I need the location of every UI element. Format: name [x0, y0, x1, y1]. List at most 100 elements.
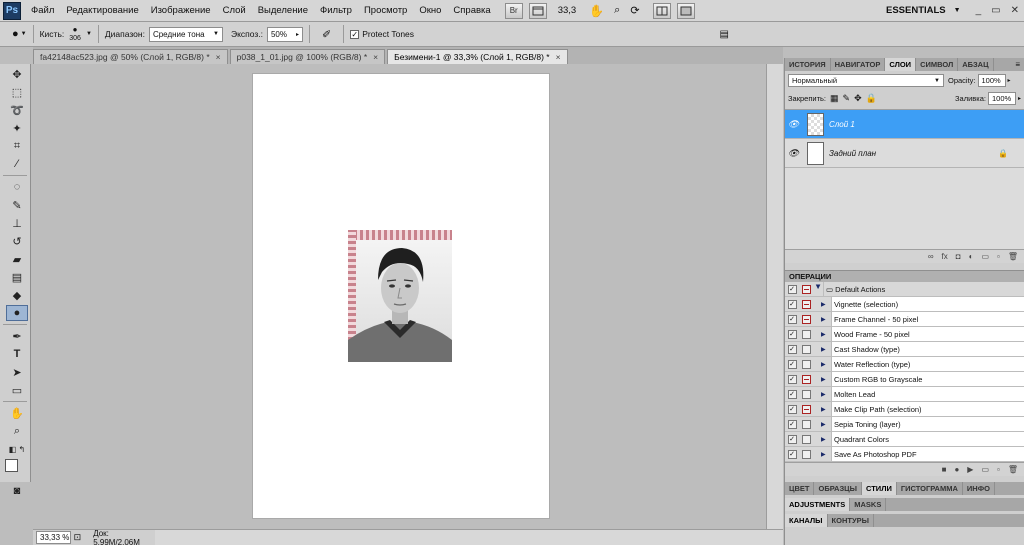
tab-swatches[interactable]: ОБРАЗЦЫ — [814, 482, 862, 495]
default-colors-icon[interactable]: ◧ ↰ — [6, 441, 28, 457]
action-toggle[interactable]: ✓ — [785, 314, 799, 324]
action-row[interactable]: ✓ ▶ Frame Channel - 50 pixel — [785, 312, 1024, 327]
tab-layers[interactable]: СЛОИ — [885, 58, 917, 71]
view-extras-button[interactable] — [528, 2, 547, 19]
zoom-tool-icon[interactable]: ⌕ — [614, 4, 620, 17]
zoom-input[interactable]: 33,33 % — [36, 531, 71, 544]
expand-icon[interactable]: ▶ — [821, 301, 831, 308]
fill-input[interactable]: 100% — [987, 92, 1016, 105]
new-layer-icon[interactable]: ▫ — [997, 252, 1000, 261]
tab-document-2[interactable]: p038_1_01.jpg @ 100% (RGB/8) * × — [229, 49, 386, 64]
history-brush-tool-icon[interactable]: ↺ — [6, 233, 28, 249]
action-row[interactable]: ✓ ▶ Sepia Toning (layer) — [785, 417, 1024, 432]
tab-channels[interactable]: КАНАЛЫ — [785, 514, 828, 527]
menu-select[interactable]: Выделение — [252, 0, 314, 22]
layer-style-icon[interactable]: fx — [942, 252, 948, 261]
action-toggle[interactable]: ✓ — [785, 389, 799, 399]
action-toggle[interactable]: ✓ — [785, 284, 799, 294]
menu-filter[interactable]: Фильтр — [314, 0, 358, 22]
dialog-toggle[interactable] — [799, 419, 813, 429]
expand-icon[interactable]: ▶ — [815, 284, 822, 294]
menu-file[interactable]: Файл — [25, 0, 60, 22]
foreground-color[interactable] — [5, 459, 18, 472]
magic-wand-tool-icon[interactable]: ✦ — [6, 120, 28, 136]
tab-masks[interactable]: MASKS — [850, 498, 887, 511]
path-selection-tool-icon[interactable]: ➤ — [6, 364, 28, 380]
tab-info[interactable]: ИНФО — [963, 482, 995, 495]
type-tool-icon[interactable]: T — [6, 346, 28, 362]
bridge-button[interactable]: Br — [504, 2, 523, 19]
menu-edit[interactable]: Редактирование — [60, 0, 144, 22]
status-preview-icon[interactable]: ⊡ — [74, 532, 82, 543]
screen-mode-button[interactable] — [676, 2, 695, 19]
expand-icon[interactable]: ▶ — [821, 331, 831, 338]
zoom-tool-icon[interactable]: ⌕ — [6, 423, 28, 439]
link-layers-icon[interactable]: ∞ — [928, 252, 934, 261]
dialog-toggle[interactable] — [799, 404, 813, 414]
layer-row[interactable]: 👁 Слой 1 — [785, 110, 1024, 139]
action-row[interactable]: ✓ ▶ Save As Photoshop PDF — [785, 447, 1024, 462]
action-row[interactable]: ✓ ▶ Molten Lead — [785, 387, 1024, 402]
action-toggle[interactable]: ✓ — [785, 299, 799, 309]
menu-image[interactable]: Изображение — [145, 0, 217, 22]
action-toggle[interactable]: ✓ — [785, 434, 799, 444]
tab-navigator[interactable]: НАВИГАТОР — [831, 58, 886, 71]
new-action-icon[interactable]: ▫ — [997, 465, 1000, 474]
expand-icon[interactable]: ▶ — [821, 346, 831, 353]
spot-healing-tool-icon[interactable]: ◌ — [6, 179, 28, 195]
close-icon[interactable]: × — [373, 52, 378, 62]
visibility-eye-icon[interactable]: 👁 — [785, 148, 802, 159]
layer-mask-icon[interactable]: ◘ — [956, 252, 961, 261]
expand-icon[interactable]: ▶ — [821, 391, 831, 398]
canvas-area[interactable] — [33, 64, 783, 529]
layer-row[interactable]: 👁 Задний план 🔒 — [785, 139, 1024, 168]
action-row[interactable]: ✓ ▶ Make Clip Path (selection) — [785, 402, 1024, 417]
close-button[interactable]: ✕ — [1006, 5, 1024, 16]
tab-paragraph[interactable]: АБЗАЦ — [958, 58, 994, 71]
action-toggle[interactable]: ✓ — [785, 359, 799, 369]
dialog-toggle[interactable] — [799, 389, 813, 399]
action-toggle[interactable]: ✓ — [785, 374, 799, 384]
panel-toggle-icon[interactable]: ▤ — [720, 29, 729, 40]
eyedropper-tool-icon[interactable]: ⁄ — [6, 156, 28, 172]
chevron-down-icon[interactable]: ▼ — [954, 7, 961, 14]
clone-stamp-tool-icon[interactable]: ⊥ — [6, 215, 28, 231]
action-toggle[interactable]: ✓ — [785, 329, 799, 339]
quick-mask-icon[interactable]: ◙ — [6, 483, 28, 499]
menu-view[interactable]: Просмотр — [358, 0, 413, 22]
portrait-photo[interactable] — [348, 230, 452, 362]
play-icon[interactable]: ▶ — [967, 465, 973, 474]
zoom-level[interactable]: 33,3 — [558, 5, 577, 16]
delete-action-icon[interactable]: 🗑 — [1008, 465, 1018, 474]
panel-menu-icon[interactable]: ≡ — [1015, 58, 1024, 71]
action-row[interactable]: ✓ ▶ Vignette (selection) — [785, 297, 1024, 312]
fill-slider-icon[interactable]: ▸ — [1018, 95, 1021, 102]
action-row[interactable]: ✓ ▶ Custom RGB to Grayscale — [785, 372, 1024, 387]
brush-picker[interactable]: ● 306 — [69, 25, 81, 43]
action-row[interactable]: ✓ ▶ Cast Shadow (type) — [785, 342, 1024, 357]
document-canvas[interactable] — [253, 74, 549, 518]
protect-tones-checkbox[interactable]: ✓ — [350, 29, 360, 39]
tab-styles[interactable]: СТИЛИ — [862, 482, 897, 495]
record-icon[interactable]: ● — [954, 465, 959, 474]
tab-character[interactable]: СИМВОЛ — [916, 58, 959, 71]
close-icon[interactable]: × — [216, 52, 221, 62]
tab-document-3[interactable]: Безимени-1 @ 33,3% (Слой 1, RGB/8) * × — [387, 49, 568, 64]
action-row[interactable]: ✓ ▶ Quadrant Colors — [785, 432, 1024, 447]
move-tool-icon[interactable]: ✥ — [6, 66, 28, 82]
tab-histogram[interactable]: ГИСТОГРАММА — [897, 482, 963, 495]
dialog-toggle[interactable] — [799, 344, 813, 354]
brush-chevron-icon[interactable]: ▼ — [86, 31, 92, 37]
menu-help[interactable]: Справка — [447, 0, 496, 22]
dialog-toggle[interactable] — [799, 359, 813, 369]
eraser-tool-icon[interactable]: ▰ — [6, 251, 28, 267]
dialog-toggle[interactable] — [799, 329, 813, 339]
expand-icon[interactable]: ▶ — [821, 406, 831, 413]
tool-preset-chevron-icon[interactable]: ▼ — [21, 31, 27, 37]
expand-icon[interactable]: ▶ — [821, 316, 831, 323]
crop-tool-icon[interactable]: ⌗ — [6, 138, 28, 154]
dodge-tool-icon[interactable]: ● — [6, 305, 28, 321]
tab-document-1[interactable]: fa42148ac523.jpg @ 50% (Слой 1, RGB/8) *… — [33, 49, 228, 64]
vertical-scrollbar[interactable] — [766, 64, 783, 529]
expand-icon[interactable]: ▶ — [821, 421, 831, 428]
